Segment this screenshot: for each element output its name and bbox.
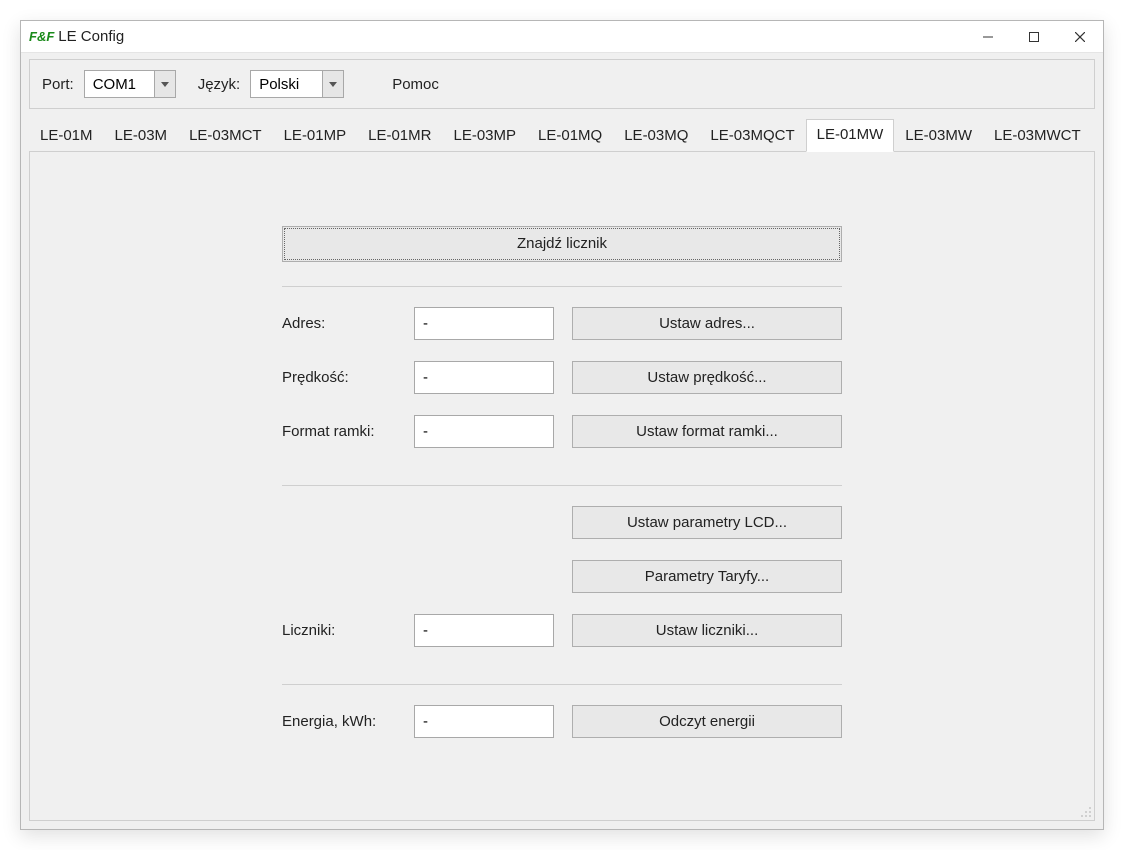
- row-counters: Liczniki: Ustaw liczniki...: [282, 612, 842, 648]
- tab-le-03mqct[interactable]: LE-03MQCT: [699, 120, 805, 152]
- language-input[interactable]: [250, 70, 322, 98]
- language-combo[interactable]: [250, 70, 344, 98]
- set-address-button[interactable]: Ustaw adres...: [572, 307, 842, 340]
- app-logo: F&F: [29, 29, 54, 44]
- tab-le-03mq[interactable]: LE-03MQ: [613, 120, 699, 152]
- counters-label: Liczniki:: [282, 622, 414, 639]
- minimize-button[interactable]: [965, 21, 1011, 53]
- tab-le-03m[interactable]: LE-03M: [104, 120, 179, 152]
- port-dropdown-arrow[interactable]: [154, 70, 176, 98]
- set-counters-button[interactable]: Ustaw liczniki...: [572, 614, 842, 647]
- energy-input[interactable]: [414, 705, 554, 738]
- row-tariff: . Parametry Taryfy...: [282, 558, 842, 594]
- read-energy-button[interactable]: Odczyt energii: [572, 705, 842, 738]
- find-meter-button[interactable]: Znajdź licznik: [282, 226, 842, 262]
- tab-le-01mr[interactable]: LE-01MR: [357, 120, 442, 152]
- row-energy: Energia, kWh: Odczyt energii: [282, 703, 842, 739]
- window-title: LE Config: [58, 28, 124, 45]
- maximize-button[interactable]: [1011, 21, 1057, 53]
- speed-input[interactable]: [414, 361, 554, 394]
- set-frame-format-button[interactable]: Ustaw format ramki...: [572, 415, 842, 448]
- port-label: Port:: [42, 76, 74, 93]
- address-input[interactable]: [414, 307, 554, 340]
- tab-le-03mwct[interactable]: LE-03MWCT: [983, 120, 1092, 152]
- energy-label: Energia, kWh:: [282, 713, 414, 730]
- address-label: Adres:: [282, 315, 414, 332]
- tab-le-03mct[interactable]: LE-03MCT: [178, 120, 273, 152]
- port-combo[interactable]: [84, 70, 176, 98]
- language-dropdown-arrow[interactable]: [322, 70, 344, 98]
- divider: [282, 684, 842, 685]
- tabs-row: LE-01M LE-03M LE-03MCT LE-01MP LE-01MR L…: [29, 119, 1095, 152]
- resize-grip-icon[interactable]: [1078, 804, 1092, 818]
- titlebar: F&F LE Config: [21, 21, 1103, 53]
- speed-label: Prędkość:: [282, 369, 414, 386]
- toolbar: Port: Język: Pomoc: [29, 59, 1095, 109]
- row-speed: Prędkość: Ustaw prędkość...: [282, 359, 842, 395]
- tab-le-01mq[interactable]: LE-01MQ: [527, 120, 613, 152]
- row-lcd: . Ustaw parametry LCD...: [282, 504, 842, 540]
- port-input[interactable]: [84, 70, 154, 98]
- row-frame-format: Format ramki: Ustaw format ramki...: [282, 413, 842, 449]
- tab-le-01m[interactable]: LE-01M: [29, 120, 104, 152]
- close-button[interactable]: [1057, 21, 1103, 53]
- tariff-params-button[interactable]: Parametry Taryfy...: [572, 560, 842, 593]
- frame-format-label: Format ramki:: [282, 423, 414, 440]
- tab-le-03mw[interactable]: LE-03MW: [894, 120, 983, 152]
- counters-input[interactable]: [414, 614, 554, 647]
- set-lcd-params-button[interactable]: Ustaw parametry LCD...: [572, 506, 842, 539]
- set-speed-button[interactable]: Ustaw prędkość...: [572, 361, 842, 394]
- frame-format-input[interactable]: [414, 415, 554, 448]
- tab-le-03mp[interactable]: LE-03MP: [442, 120, 527, 152]
- app-window: F&F LE Config Port: Język: Pomoc LE-01M …: [20, 20, 1104, 830]
- divider: [282, 485, 842, 486]
- tab-le-01mw[interactable]: LE-01MW: [806, 119, 895, 152]
- tab-panel: Znajdź licznik Adres: Ustaw adres... Prę…: [29, 151, 1095, 821]
- tab-le-01mp[interactable]: LE-01MP: [273, 120, 358, 152]
- help-menu[interactable]: Pomoc: [384, 74, 447, 95]
- panel-inner: Znajdź licznik Adres: Ustaw adres... Prę…: [282, 226, 842, 757]
- divider: [282, 286, 842, 287]
- row-address: Adres: Ustaw adres...: [282, 305, 842, 341]
- language-label: Język:: [198, 76, 241, 93]
